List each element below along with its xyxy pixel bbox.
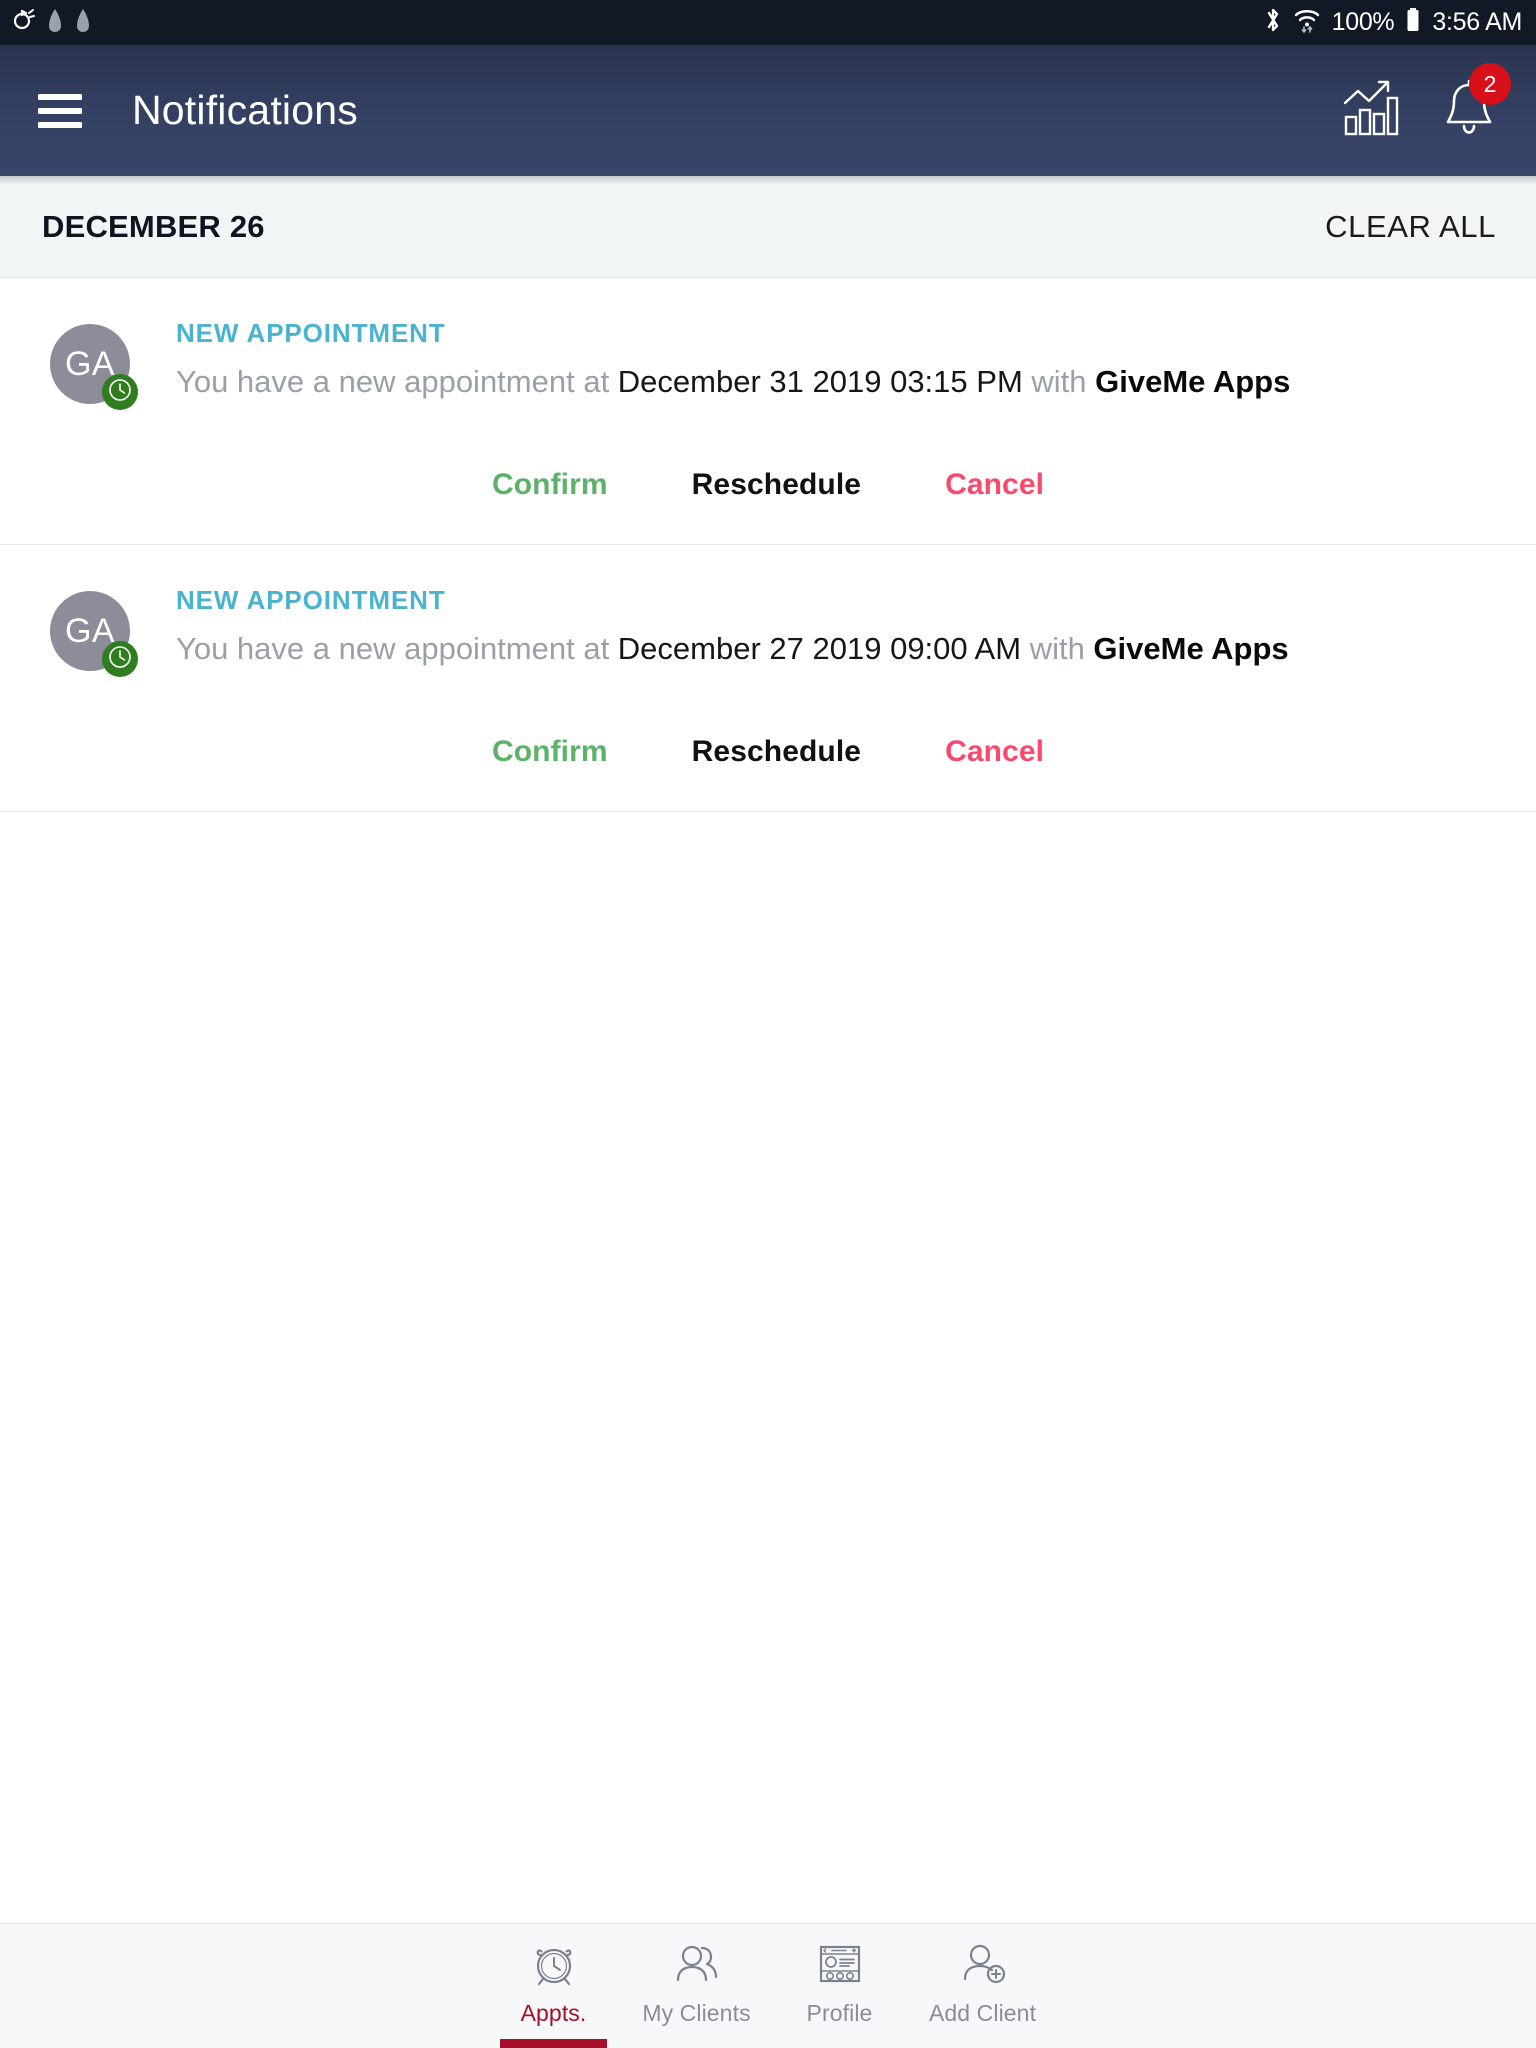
profile-card-icon <box>815 1938 865 1990</box>
message-join: with <box>1022 364 1096 399</box>
person-add-icon <box>958 1938 1008 1990</box>
notification-actions: Confirm Reschedule Cancel <box>22 404 1514 544</box>
nav-item-appts[interactable]: Appts. <box>482 1924 625 2048</box>
status-bar-left <box>10 7 92 38</box>
message-prefix: You have a new appointment at <box>176 364 618 399</box>
nav-item-profile[interactable]: Profile <box>768 1924 911 2048</box>
clock-label: 3:56 AM <box>1432 8 1522 36</box>
message-party: GiveMe Apps <box>1095 364 1291 399</box>
nav-label-profile: Profile <box>806 2000 873 2026</box>
stats-button[interactable] <box>1342 79 1400 142</box>
avatar-status-badge <box>102 374 138 410</box>
notification-body: NEW APPOINTMENT You have a new appointme… <box>176 585 1514 669</box>
active-tab-indicator <box>500 2039 607 2048</box>
nav-item-add-client[interactable]: Add Client <box>911 1924 1054 2048</box>
message-datetime: December 31 2019 03:15 PM <box>617 364 1023 399</box>
clock-icon <box>108 378 132 407</box>
bottom-navigation: Appts. My Clients Profile Add Client <box>0 1923 1536 2048</box>
nav-label-my-clients: My Clients <box>642 2000 751 2026</box>
cancel-button[interactable]: Cancel <box>903 468 1086 502</box>
reschedule-button[interactable]: Reschedule <box>650 468 903 502</box>
notification-kind-label: NEW APPOINTMENT <box>176 318 446 348</box>
hamburger-menu-icon[interactable] <box>38 93 82 128</box>
app-bar: Notifications 2 <box>0 45 1536 176</box>
nav-label-add-client: Add Client <box>928 2000 1037 2026</box>
notification-list: GA NEW APPOINTMENT You have a new appoin… <box>0 278 1536 1923</box>
section-date-label: DECEMBER 26 <box>42 208 265 244</box>
home-upload-icon-2 <box>74 7 92 38</box>
message-join: with <box>1021 631 1094 666</box>
nav-item-my-clients[interactable]: My Clients <box>625 1924 768 2048</box>
avatar: GA <box>50 591 138 677</box>
clear-all-button[interactable]: CLEAR ALL <box>1325 209 1496 245</box>
notification-content: GA NEW APPOINTMENT You have a new appoin… <box>22 318 1514 410</box>
notification-item[interactable]: GA NEW APPOINTMENT You have a new appoin… <box>0 545 1536 812</box>
notification-actions: Confirm Reschedule Cancel <box>22 671 1514 811</box>
cancel-button[interactable]: Cancel <box>903 735 1086 769</box>
message-party: GiveMe Apps <box>1093 631 1289 666</box>
avatar-status-badge <box>102 641 138 677</box>
wifi-icon <box>1293 6 1321 39</box>
app-root: 100% 3:56 AM Notifications 2 DECEMBER 26… <box>0 0 1536 2048</box>
notification-content: GA NEW APPOINTMENT You have a new appoin… <box>22 585 1514 677</box>
battery-full-icon <box>1405 6 1421 39</box>
status-bar-right: 100% 3:56 AM <box>1264 6 1522 39</box>
app-bar-actions: 2 <box>1342 63 1511 142</box>
notifications-button[interactable]: 2 <box>1442 63 1511 142</box>
confirm-button[interactable]: Confirm <box>450 468 650 502</box>
message-prefix: You have a new appointment at <box>176 631 618 666</box>
battery-percent-label: 100% <box>1331 8 1395 36</box>
message-datetime: December 27 2019 09:00 AM <box>617 631 1022 666</box>
notification-message: You have a new appointment at December 3… <box>176 363 1514 402</box>
screen-rotation-icon <box>10 7 36 38</box>
bluetooth-icon <box>1264 6 1282 39</box>
confirm-button[interactable]: Confirm <box>450 735 650 769</box>
people-icon <box>672 1938 722 1990</box>
status-bar: 100% 3:56 AM <box>0 0 1536 45</box>
reschedule-button[interactable]: Reschedule <box>650 735 903 769</box>
notification-message: You have a new appointment at December 2… <box>176 630 1514 669</box>
notification-kind-label: NEW APPOINTMENT <box>176 585 446 615</box>
notification-badge: 2 <box>1469 63 1511 105</box>
notification-body: NEW APPOINTMENT You have a new appointme… <box>176 318 1514 402</box>
bar-chart-icon <box>1342 79 1400 142</box>
notification-item[interactable]: GA NEW APPOINTMENT You have a new appoin… <box>0 278 1536 545</box>
avatar: GA <box>50 324 138 410</box>
page-title: Notifications <box>132 87 358 133</box>
nav-label-appts: Appts. <box>520 2000 587 2026</box>
home-upload-icon <box>46 7 64 38</box>
section-header: DECEMBER 26 CLEAR ALL <box>0 176 1536 278</box>
clock-icon <box>108 645 132 674</box>
alarm-clock-icon <box>529 1938 579 1990</box>
